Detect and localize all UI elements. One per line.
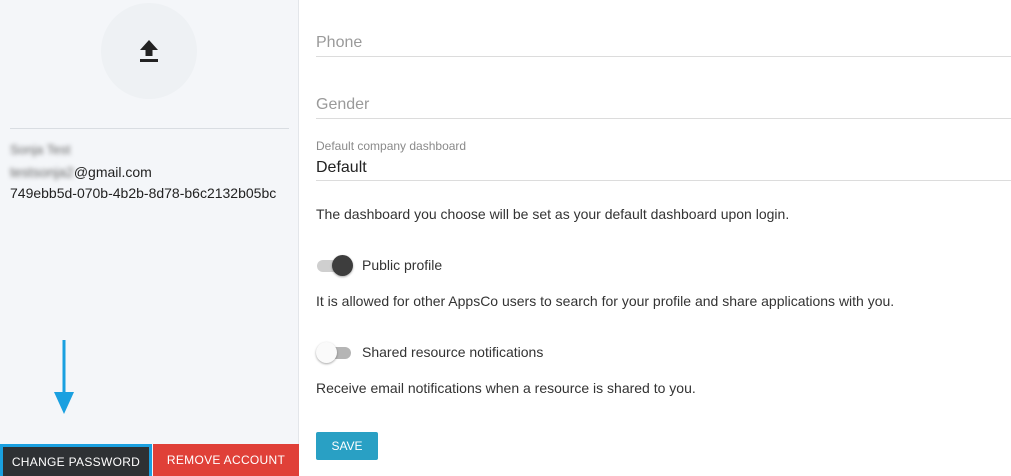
gender-field[interactable]: Gender — [316, 96, 1011, 114]
toggle-thumb — [316, 342, 337, 363]
shared-notifications-label: Shared resource notifications — [362, 344, 544, 360]
toggle-thumb — [332, 255, 353, 276]
account-settings-page: Sonja Test testsonja2@gmail.com 749ebb5d… — [0, 0, 1011, 476]
dashboard-underline — [316, 180, 1011, 181]
profile-form: Phone Gender Default company dashboard D… — [316, 0, 1011, 476]
avatar-upload[interactable] — [101, 3, 197, 99]
dashboard-label: Default company dashboard — [316, 139, 467, 153]
dashboard-helper-text: The dashboard you choose will be set as … — [316, 206, 790, 222]
gender-underline — [316, 118, 1011, 119]
profile-sidebar: Sonja Test testsonja2@gmail.com 749ebb5d… — [0, 0, 299, 476]
save-button[interactable]: SAVE — [316, 432, 378, 460]
public-profile-helper-text: It is allowed for other AppsCo users to … — [316, 293, 895, 309]
gender-placeholder: Gender — [316, 96, 370, 113]
user-email-local: testsonja2 — [10, 164, 74, 180]
dashboard-select[interactable]: Default company dashboard Default — [316, 139, 1011, 177]
user-id: 749ebb5d-070b-4b2b-8d78-b6c2132b05bc — [10, 185, 277, 201]
phone-underline — [316, 56, 1011, 57]
shared-notifications-toggle[interactable] — [316, 341, 352, 363]
change-password-button[interactable]: CHANGE PASSWORD — [0, 444, 152, 476]
user-email-domain: @gmail.com — [73, 164, 152, 180]
remove-account-button[interactable]: REMOVE ACCOUNT — [153, 444, 299, 476]
sidebar-divider — [10, 128, 289, 129]
arrow-down-annotation — [54, 340, 74, 414]
phone-field[interactable]: Phone — [316, 34, 1011, 52]
phone-placeholder: Phone — [316, 34, 363, 51]
public-profile-label: Public profile — [362, 257, 443, 273]
dashboard-value: Default — [316, 159, 367, 176]
user-email: testsonja2@gmail.com — [10, 164, 152, 180]
public-profile-toggle[interactable] — [316, 254, 353, 276]
user-name: Sonja Test — [10, 142, 71, 157]
shared-notifications-helper-text: Receive email notifications when a resou… — [316, 380, 696, 396]
upload-icon — [140, 40, 158, 62]
